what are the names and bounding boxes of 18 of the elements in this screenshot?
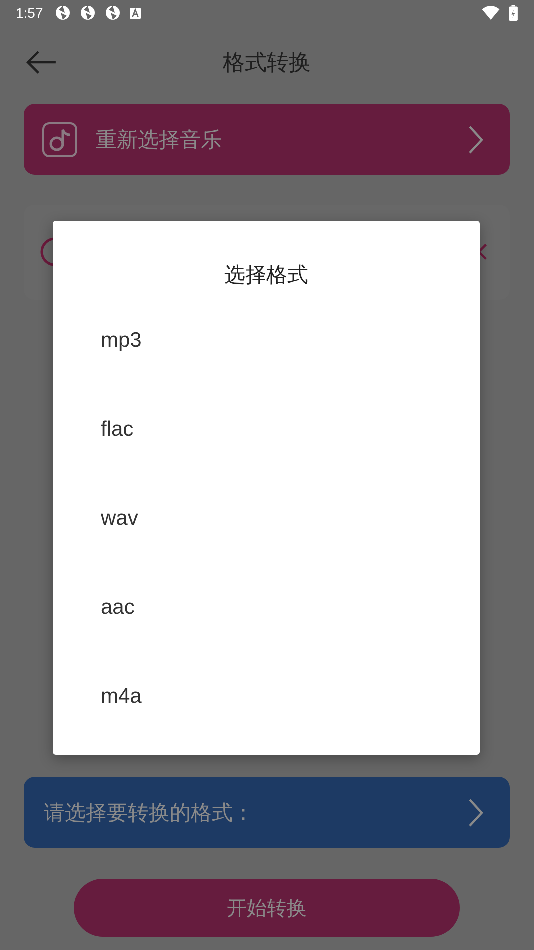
format-option[interactable]: aac bbox=[53, 563, 480, 652]
music-note-icon bbox=[42, 122, 78, 158]
chevron-icon bbox=[468, 124, 484, 154]
format-option[interactable]: wav bbox=[53, 474, 480, 563]
keyboard-icon bbox=[130, 8, 142, 18]
notification-icon bbox=[80, 5, 96, 21]
chevron-icon bbox=[468, 798, 484, 828]
format-option[interactable]: m4a bbox=[53, 652, 480, 741]
format-option[interactable]: flac bbox=[53, 385, 480, 474]
notification-icon bbox=[105, 5, 122, 21]
dialog-title: 选择格式 bbox=[224, 262, 310, 289]
back-arrow-icon[interactable] bbox=[26, 50, 57, 75]
notification-icon bbox=[55, 5, 72, 21]
status-time: 1:57 bbox=[16, 5, 44, 21]
page-title: 格式转换 bbox=[223, 50, 311, 78]
wifi-icon bbox=[482, 6, 500, 20]
battery-icon bbox=[509, 5, 518, 21]
format-option[interactable]: mp3 bbox=[53, 296, 480, 385]
